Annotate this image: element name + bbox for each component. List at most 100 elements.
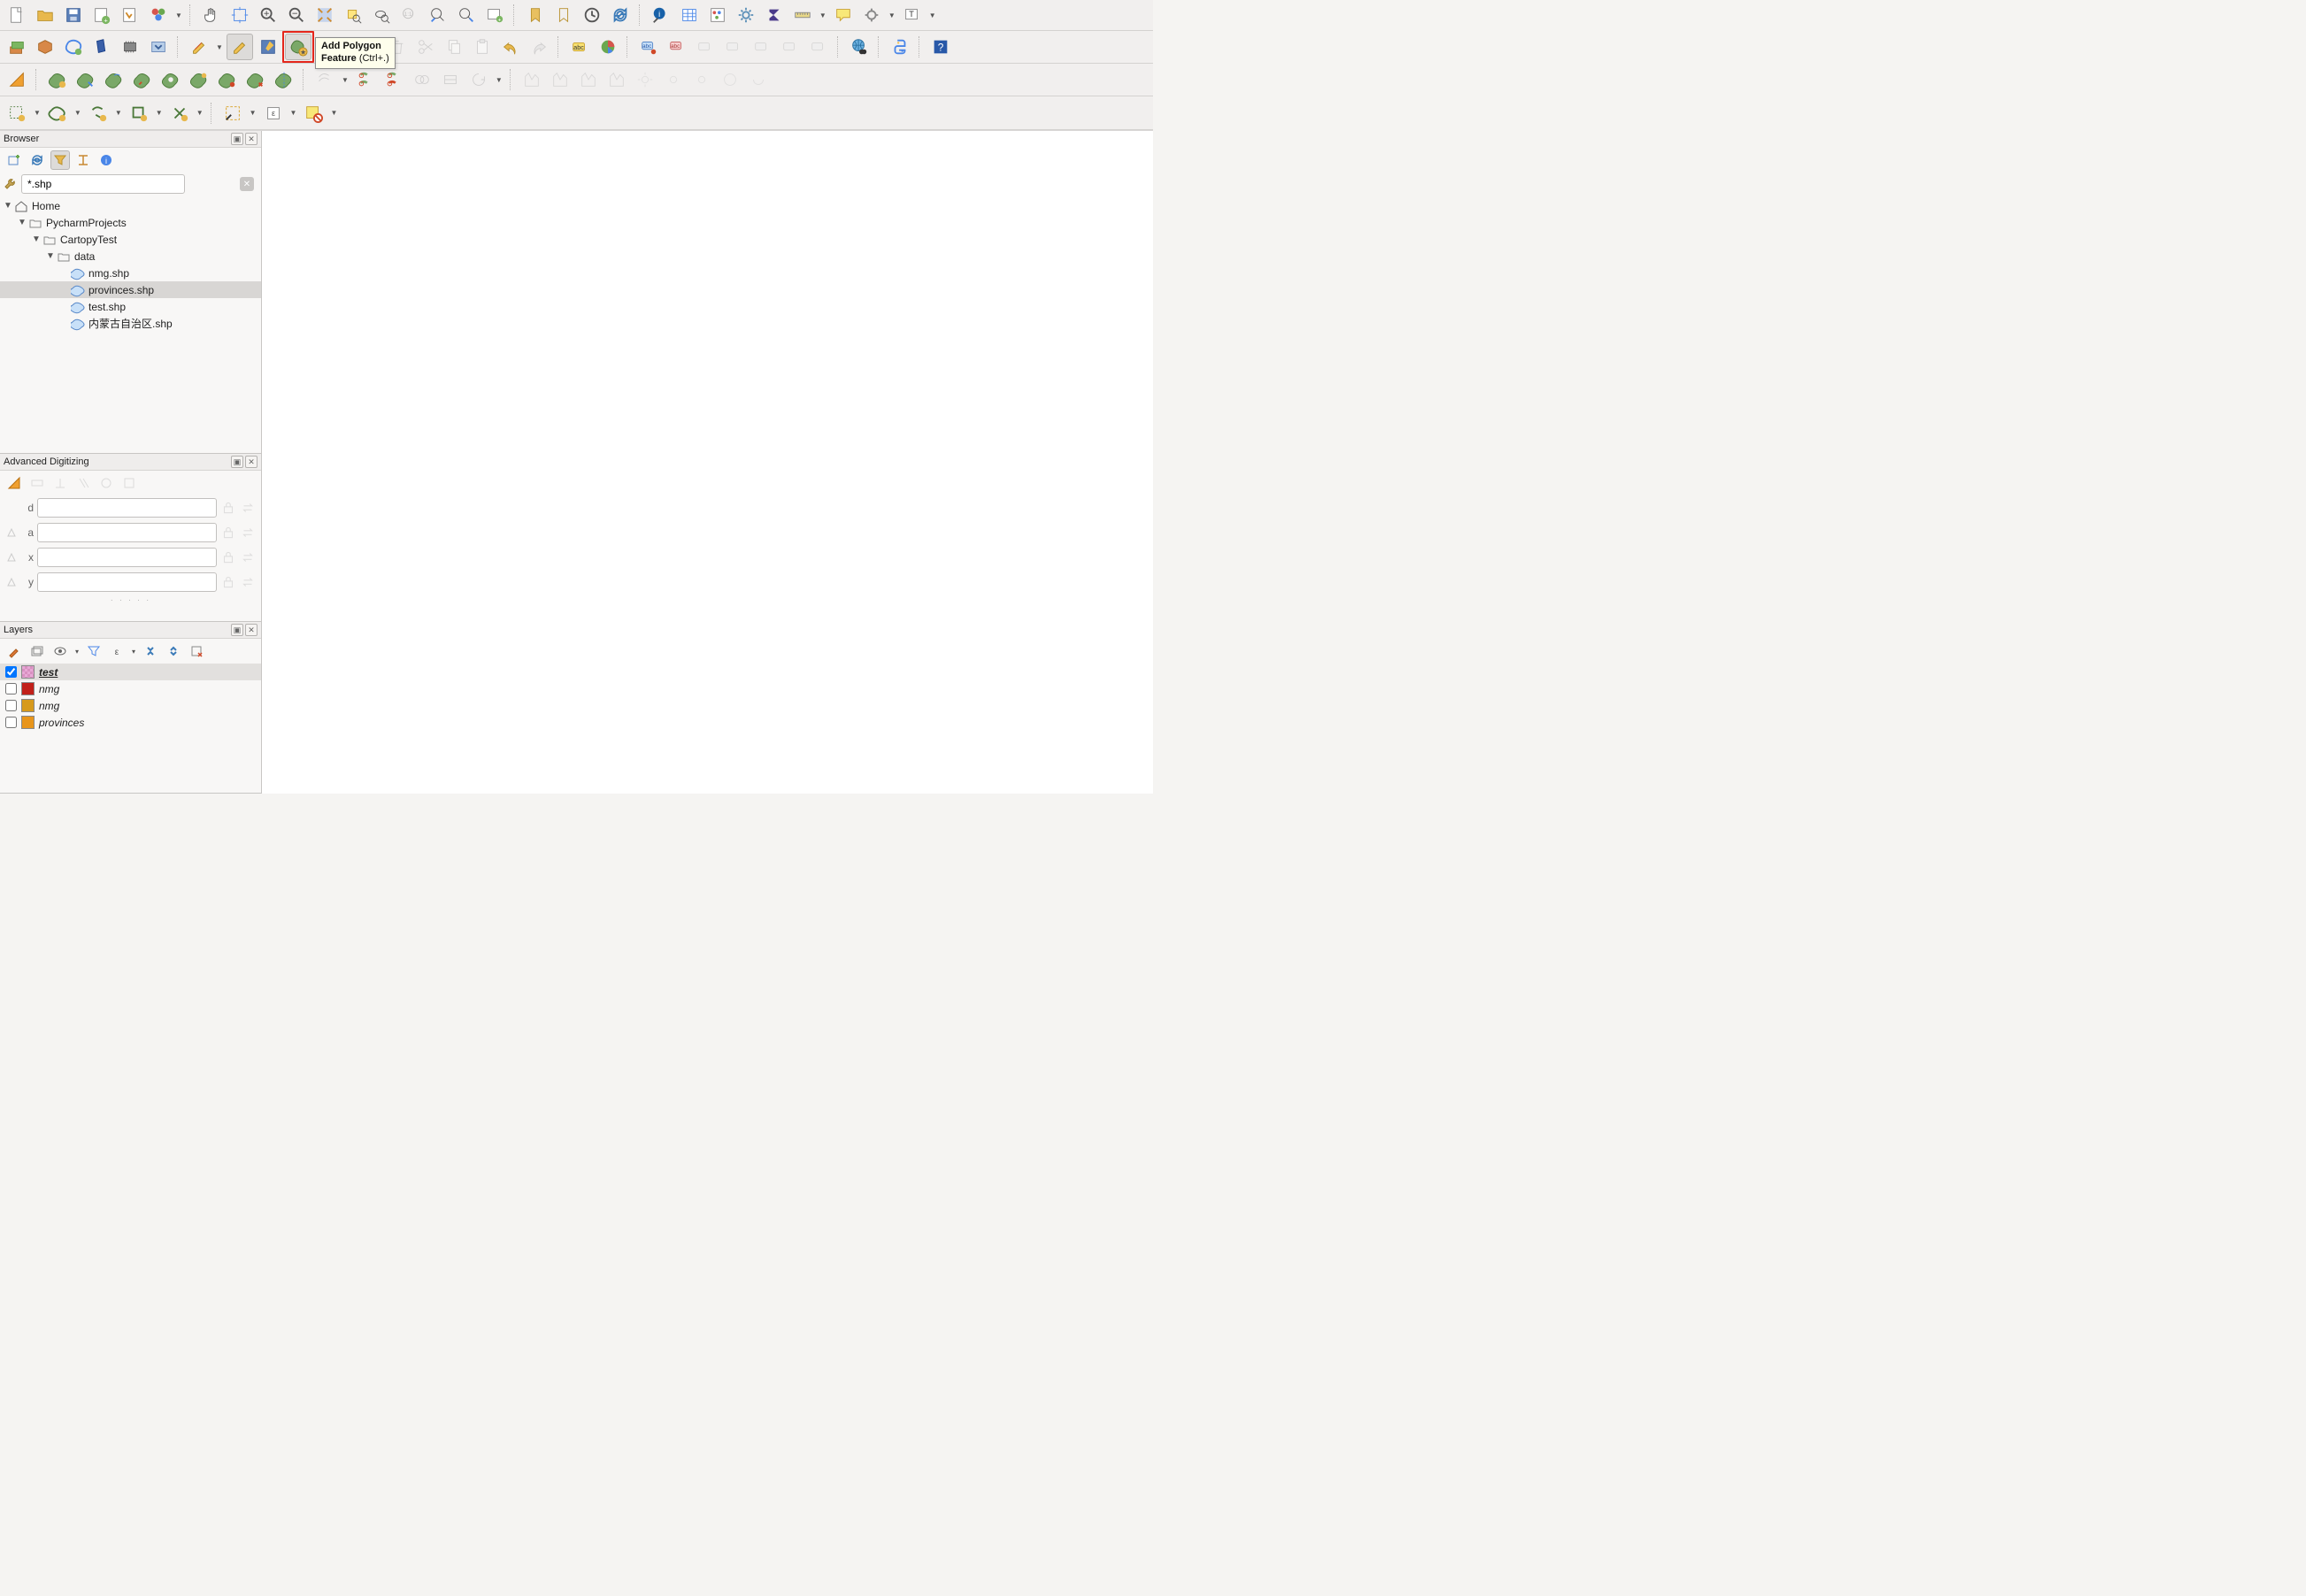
layers-expr-dropdown[interactable]: ▾ <box>129 648 138 656</box>
action-dropdown[interactable]: ▼ <box>886 12 898 19</box>
select-rect-button[interactable] <box>4 100 30 127</box>
tree-row-folder[interactable]: ▼ CartopyTest <box>0 231 261 248</box>
panel-undock-button[interactable]: ▣ <box>231 133 243 145</box>
shape-poly-6[interactable] <box>186 66 212 93</box>
layer-visibility-checkbox[interactable] <box>5 717 17 728</box>
browser-filter-input[interactable] <box>21 174 185 194</box>
layers-remove-button[interactable] <box>187 641 206 661</box>
layers-collapse-button[interactable] <box>164 641 183 661</box>
zoom-full-button[interactable] <box>311 2 338 28</box>
zoom-last-button[interactable] <box>425 2 451 28</box>
save-project-button[interactable] <box>60 2 87 28</box>
show-bookmarks-button[interactable] <box>550 2 577 28</box>
layers-expand-button[interactable] <box>141 641 160 661</box>
style-manager-button[interactable] <box>145 2 172 28</box>
label-button[interactable]: abc <box>566 34 593 60</box>
select-all-button[interactable] <box>219 100 246 127</box>
field-calc-button[interactable] <box>704 2 731 28</box>
browser-filter-button[interactable] <box>50 150 70 170</box>
toggle-editing-button[interactable] <box>227 34 253 60</box>
browser-tree[interactable]: ▼ Home ▼ PycharmProjects ▼ CartopyTest ▼ <box>0 196 261 453</box>
tree-row-folder[interactable]: ▼ PycharmProjects <box>0 214 261 231</box>
select-poly-button[interactable] <box>44 100 71 127</box>
select-free-dropdown[interactable]: ▼ <box>112 109 125 117</box>
undo-button[interactable] <box>497 34 524 60</box>
select-freehand-button[interactable] <box>85 100 111 127</box>
select-value-dropdown[interactable]: ▼ <box>194 109 206 117</box>
current-edits-button[interactable] <box>186 34 212 60</box>
new-project-button[interactable] <box>4 2 30 28</box>
panel-undock-button[interactable]: ▣ <box>231 456 243 468</box>
temporal-button[interactable] <box>579 2 605 28</box>
identify-button[interactable]: i <box>648 2 674 28</box>
layers-list[interactable]: test nmg nmg provinces <box>0 664 261 731</box>
adv-input-d[interactable] <box>37 498 217 518</box>
open-project-button[interactable] <box>32 2 58 28</box>
python-console-button[interactable] <box>887 34 913 60</box>
select-poly-dropdown[interactable]: ▼ <box>72 109 84 117</box>
new-map-view-button[interactable]: + <box>481 2 508 28</box>
refresh-button[interactable] <box>607 2 634 28</box>
new-memory-layer-button[interactable] <box>117 34 143 60</box>
measure-button[interactable] <box>789 2 816 28</box>
shape-poly-2[interactable] <box>73 66 99 93</box>
new-print-layout-button[interactable]: + <box>88 2 115 28</box>
pan-button[interactable] <box>198 2 225 28</box>
new-bookmark-button[interactable] <box>522 2 549 28</box>
browser-add-button[interactable] <box>4 150 24 170</box>
shape-poly-3[interactable] <box>101 66 127 93</box>
zoom-to-selection-button[interactable] <box>340 2 366 28</box>
save-edits-button[interactable] <box>255 34 281 60</box>
browser-collapse-button[interactable] <box>73 150 93 170</box>
browser-props-button[interactable]: i <box>96 150 116 170</box>
panel-close-button[interactable]: ✕ <box>245 624 258 636</box>
shape-poly-4[interactable] <box>129 66 156 93</box>
tree-row-file[interactable]: 内蒙古自治区.shp <box>0 315 261 332</box>
split-features-button[interactable] <box>352 66 379 93</box>
tree-expand-toggle[interactable]: ▼ <box>2 201 14 211</box>
toolbox-button[interactable] <box>733 2 759 28</box>
offset-dropdown[interactable]: ▼ <box>339 76 351 84</box>
label-toggle-button[interactable]: abc <box>664 34 690 60</box>
tree-expand-toggle[interactable]: ▼ <box>44 251 57 261</box>
map-canvas[interactable] <box>262 131 1153 794</box>
layer-visibility-checkbox[interactable] <box>5 683 17 694</box>
diagram-button[interactable] <box>595 34 621 60</box>
statistics-button[interactable] <box>761 2 788 28</box>
adv-input-y[interactable] <box>37 572 217 592</box>
style-manager-dropdown[interactable]: ▼ <box>173 12 185 19</box>
zoom-to-layer-button[interactable] <box>368 2 395 28</box>
layers-add-group-button[interactable] <box>27 641 47 661</box>
shape-poly-8[interactable] <box>242 66 269 93</box>
layers-filter-button[interactable] <box>84 641 104 661</box>
browser-refresh-button[interactable] <box>27 150 47 170</box>
layers-visibility-dropdown[interactable]: ▾ <box>73 648 81 656</box>
new-geopackage-button[interactable] <box>32 34 58 60</box>
shape-poly-7[interactable] <box>214 66 241 93</box>
select-all-dropdown[interactable]: ▼ <box>247 109 259 117</box>
select-expr-button[interactable]: ε <box>260 100 287 127</box>
select-expr-dropdown[interactable]: ▼ <box>288 109 300 117</box>
shape-poly-9[interactable] <box>271 66 297 93</box>
annotation-dropdown[interactable]: ▼ <box>926 12 939 19</box>
layer-visibility-checkbox[interactable] <box>5 666 17 678</box>
zoom-next-button[interactable] <box>453 2 480 28</box>
layer-row[interactable]: test <box>0 664 261 680</box>
new-spatialite-button[interactable] <box>88 34 115 60</box>
data-source-manager-button[interactable] <box>4 34 30 60</box>
layers-style-button[interactable] <box>4 641 24 661</box>
adv-input-a[interactable] <box>37 523 217 542</box>
help-button[interactable]: ? <box>927 34 954 60</box>
select-rect-dropdown[interactable]: ▼ <box>31 109 43 117</box>
attribute-table-button[interactable] <box>676 2 703 28</box>
tree-row-home[interactable]: ▼ Home <box>0 197 261 214</box>
split-parts-button[interactable] <box>380 66 407 93</box>
map-tips-button[interactable] <box>830 2 857 28</box>
deselect-dropdown[interactable]: ▼ <box>327 109 340 117</box>
pan-to-selection-button[interactable] <box>227 2 253 28</box>
measure-dropdown[interactable]: ▼ <box>817 12 829 19</box>
no-action-button[interactable] <box>858 2 885 28</box>
deselect-button[interactable] <box>300 100 327 127</box>
select-value-button[interactable] <box>166 100 193 127</box>
metasearch-button[interactable] <box>846 34 872 60</box>
